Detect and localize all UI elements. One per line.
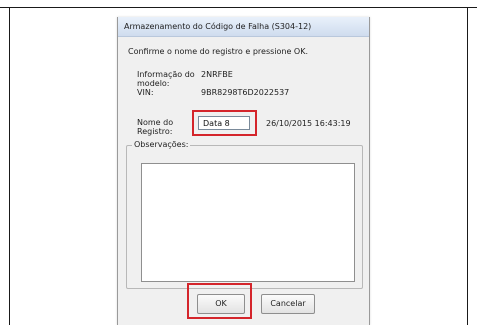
vin-value: 9BR8298T6D2022537 <box>201 88 290 97</box>
observations-textarea[interactable] <box>141 163 355 282</box>
document-frame-left <box>9 7 10 325</box>
instruction-text: Confirme o nome do registro e pressione … <box>128 47 309 56</box>
record-name-label: Nome do Registro: <box>137 118 174 136</box>
dialog-title: Armazenamento do Código de Falha (S304-1… <box>124 22 312 31</box>
dialog-titlebar[interactable]: Armazenamento do Código de Falha (S304-1… <box>118 17 369 37</box>
document-frame-right <box>467 7 468 325</box>
fault-code-storage-dialog: Armazenamento do Código de Falha (S304-1… <box>117 17 370 325</box>
record-datetime: 26/10/2015 16:43:19 <box>266 119 351 128</box>
model-value: 2NRFBE <box>201 70 233 79</box>
document-frame-top <box>0 7 477 8</box>
vin-label: VIN: <box>137 88 154 97</box>
model-label: Informação do modelo: <box>137 70 195 88</box>
cancel-button[interactable]: Cancelar <box>261 294 315 314</box>
record-name-highlight <box>192 110 257 136</box>
observations-label: Observações: <box>132 140 191 149</box>
ok-button-highlight <box>187 283 252 319</box>
